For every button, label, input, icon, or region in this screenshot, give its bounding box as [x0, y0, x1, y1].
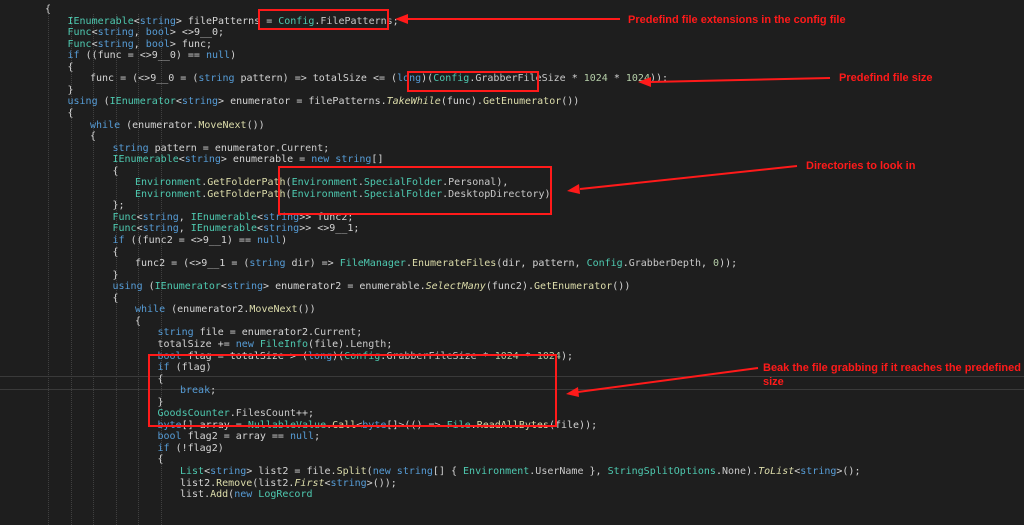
highlight-box-break-condition	[148, 354, 557, 427]
arrow-file-size	[638, 77, 831, 87]
arrow-break-condition	[566, 367, 759, 397]
annotation-directories: Directories to look in	[806, 160, 916, 172]
annotation-file-extensions: Predefind file extensions in the config …	[628, 14, 846, 26]
annotation-file-size: Predefind file size	[839, 72, 933, 84]
arrow-directories	[567, 165, 798, 194]
highlight-box-file-patterns	[258, 9, 389, 30]
arrow-file-patterns	[395, 14, 620, 24]
annotation-break-condition: Beak the file grabbing if it reaches the…	[763, 362, 1021, 388]
highlight-box-file-size	[407, 71, 539, 92]
highlight-box-directories	[278, 166, 552, 215]
